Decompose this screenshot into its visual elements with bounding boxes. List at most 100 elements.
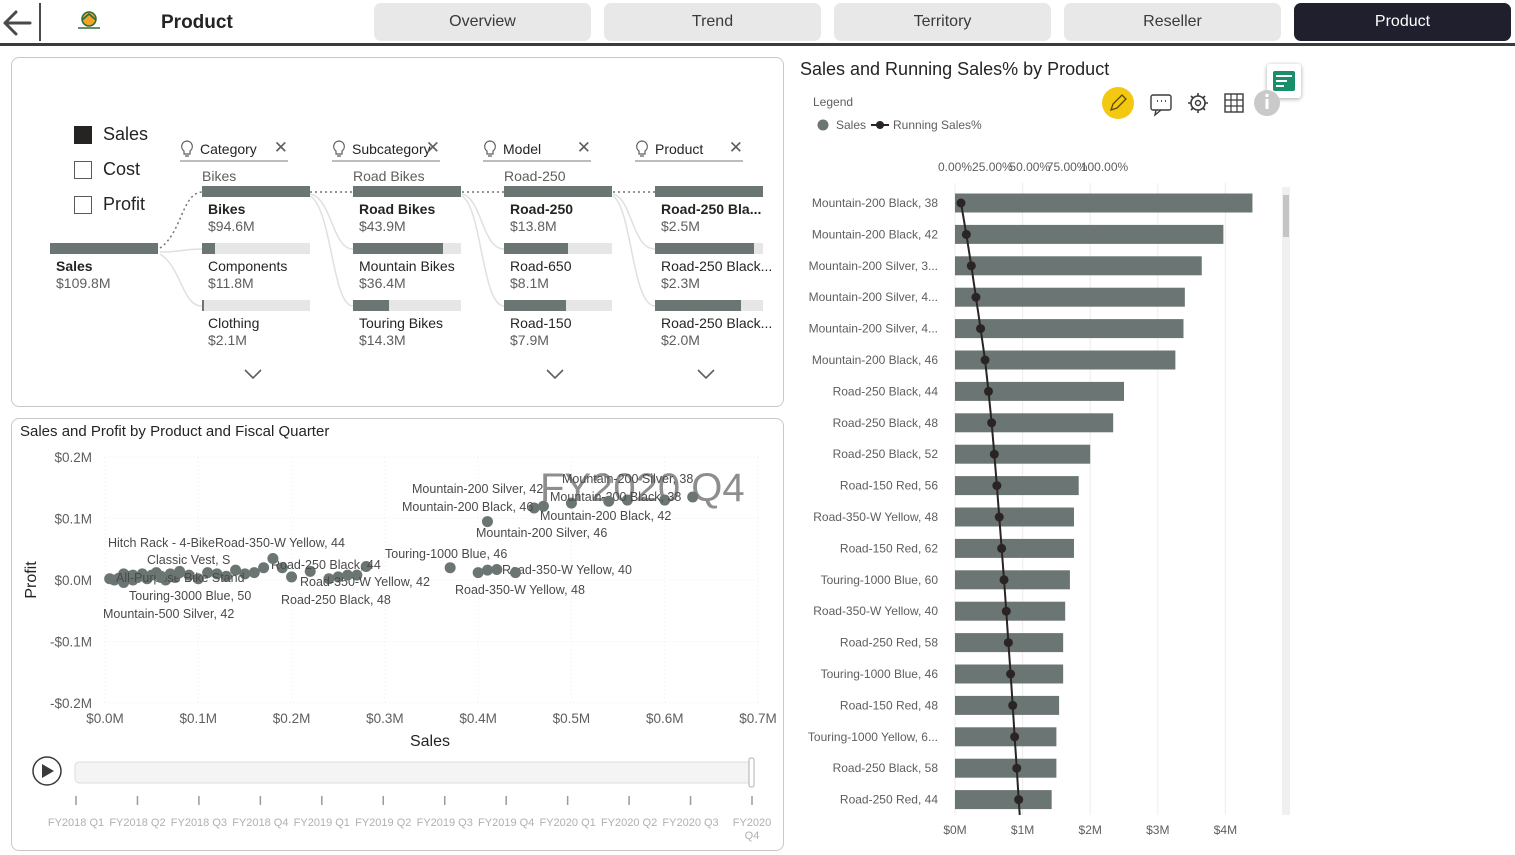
running-sales-point[interactable]: [997, 543, 1007, 553]
chevron-down-icon[interactable]: [242, 367, 264, 381]
sales-bar[interactable]: [955, 287, 1185, 307]
running-sales-point[interactable]: [1001, 606, 1011, 616]
tree-node[interactable]: Road Bikes $43.9M: [353, 186, 463, 236]
x-tick-label: $0.5M: [553, 711, 591, 726]
scatter-point[interactable]: [603, 495, 615, 507]
running-sales-point[interactable]: [999, 575, 1009, 585]
tree-node[interactable]: Road-250 Bla... $2.5M: [655, 186, 765, 236]
running-sales-point[interactable]: [980, 355, 990, 365]
running-sales-point[interactable]: [966, 261, 976, 271]
sales-bar[interactable]: [955, 444, 1091, 464]
sales-bar[interactable]: [955, 538, 1074, 558]
sales-bar[interactable]: [955, 695, 1060, 715]
sales-bar[interactable]: [955, 193, 1253, 213]
sales-bar[interactable]: [955, 224, 1224, 244]
sales-bar[interactable]: [955, 319, 1184, 339]
running-sales-point[interactable]: [956, 198, 966, 208]
level-header-category[interactable]: Category ✕: [180, 138, 288, 162]
tab-trend[interactable]: Trend: [604, 3, 821, 41]
running-sales-point[interactable]: [987, 418, 997, 428]
running-sales-point[interactable]: [983, 386, 993, 396]
running-sales-point[interactable]: [1012, 763, 1022, 773]
scatter-point[interactable]: [267, 552, 279, 564]
scatter-point[interactable]: [248, 567, 260, 579]
chevron-down-icon[interactable]: [544, 367, 566, 381]
close-icon[interactable]: ✕: [729, 138, 743, 158]
tree-node[interactable]: Touring Bikes $14.3M: [353, 300, 463, 350]
bar-chart[interactable]: Sales Running Sales%0.00% 25.00%50.00%75.0…: [800, 110, 1300, 845]
scatter-point-label: Mountain-200 Silver, 42: [412, 482, 543, 496]
running-sales-point[interactable]: [1006, 669, 1016, 679]
sales-bar[interactable]: [955, 790, 1052, 810]
sales-bar[interactable]: [955, 507, 1074, 527]
tab-territory[interactable]: Territory: [834, 3, 1051, 41]
running-sales-point[interactable]: [976, 324, 986, 334]
legend-running-label: Running Sales%: [893, 118, 982, 132]
y-axis-title: Profit: [23, 561, 40, 599]
running-sales-point[interactable]: [1010, 732, 1020, 742]
scatter-point-label: Touring-3000 Blue, 50: [129, 589, 251, 603]
level-header-product[interactable]: Product ✕: [635, 138, 743, 162]
scrollbar-track[interactable]: [1282, 187, 1290, 815]
close-icon[interactable]: ✕: [577, 138, 591, 158]
running-sales-point[interactable]: [989, 449, 999, 459]
quarter-label: FY2020 Q1: [540, 817, 596, 829]
level-header-model[interactable]: Model ✕: [483, 138, 591, 162]
scatter-point[interactable]: [491, 564, 503, 576]
running-sales-point[interactable]: [1003, 638, 1013, 648]
tree-node-root[interactable]: Sales $109.8M: [50, 243, 160, 293]
running-sales-point[interactable]: [1014, 795, 1024, 805]
scatter-point[interactable]: [155, 572, 167, 584]
tab-reseller[interactable]: Reseller: [1064, 3, 1281, 41]
tree-node[interactable]: Components $11.8M: [202, 243, 312, 293]
scatter-point[interactable]: [481, 564, 493, 576]
scatter-point[interactable]: [258, 562, 270, 574]
tree-node[interactable]: Bikes $94.6M: [202, 186, 312, 236]
sales-bar[interactable]: [955, 476, 1079, 496]
scatter-point[interactable]: [174, 567, 186, 579]
sales-bar[interactable]: [955, 413, 1114, 433]
close-icon[interactable]: ✕: [274, 138, 288, 158]
scatter-point[interactable]: [687, 491, 699, 503]
sales-bar[interactable]: [955, 570, 1070, 590]
chevron-down-icon[interactable]: [695, 367, 717, 381]
tree-node[interactable]: Road-250 Black... $2.3M: [655, 243, 771, 293]
scatter-point[interactable]: [342, 569, 354, 581]
quarter-label: FY2019 Q2: [355, 817, 411, 829]
tree-node[interactable]: Mountain Bikes $36.4M: [353, 243, 463, 293]
running-sales-point[interactable]: [961, 229, 971, 239]
tree-node[interactable]: Road-650 $8.1M: [504, 243, 614, 293]
scatter-chart[interactable]: $0.2M$0.1M$0.0M-$0.1M-$0.2M$0.0M $0.1M $0.…: [12, 419, 783, 850]
scatter-point[interactable]: [286, 571, 298, 583]
back-button[interactable]: [0, 4, 36, 42]
play-button[interactable]: [32, 756, 62, 786]
running-sales-point[interactable]: [971, 292, 981, 302]
running-sales-point[interactable]: [992, 481, 1002, 491]
top-axis-label: 25.00%: [972, 160, 1013, 174]
scrollbar-thumb[interactable]: [1283, 195, 1289, 237]
sales-bar[interactable]: [955, 727, 1057, 747]
category-label: Road-150 Red, 56: [840, 479, 938, 493]
sales-bar[interactable]: [955, 758, 1057, 778]
tree-node[interactable]: Road-250 $13.8M: [504, 186, 614, 236]
tree-node[interactable]: Road-150 $7.9M: [504, 300, 614, 350]
play-axis-handle[interactable]: [748, 757, 755, 788]
running-sales-point[interactable]: [994, 512, 1004, 522]
x-tick-label: $0.1M: [180, 711, 218, 726]
scatter-point[interactable]: [444, 562, 456, 574]
running-sales-point[interactable]: [1008, 700, 1018, 710]
scatter-point[interactable]: [509, 567, 521, 579]
close-icon[interactable]: ✕: [426, 138, 440, 158]
level-header-subcategory[interactable]: Subcategory ✕: [332, 138, 440, 162]
sales-bar[interactable]: [955, 381, 1124, 401]
play-axis-track[interactable]: [74, 761, 754, 784]
top-axis-label: 100.00%: [1081, 160, 1129, 174]
category-label: Road-250 Red, 58: [840, 636, 938, 650]
tree-node[interactable]: Clothing $2.1M: [202, 300, 312, 350]
node-name: Touring Bikes: [359, 315, 444, 331]
tab-product[interactable]: Product: [1294, 3, 1511, 41]
tab-overview[interactable]: Overview: [374, 3, 591, 41]
tree-node[interactable]: Road-250 Black... $2.0M: [655, 300, 771, 350]
scatter-point[interactable]: [472, 567, 484, 579]
sales-bar[interactable]: [955, 256, 1202, 276]
